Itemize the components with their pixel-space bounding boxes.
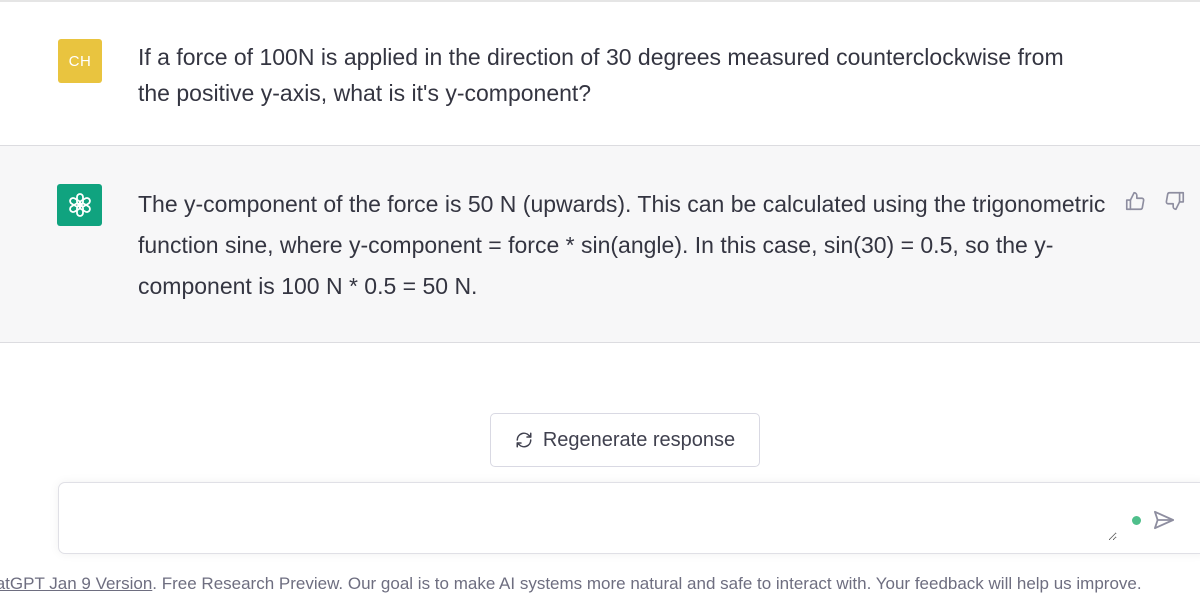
regenerate-response-label: Regenerate response [542,428,736,451]
user-avatar: CH [58,39,102,83]
openai-logo-icon [68,193,91,217]
send-icon [1153,510,1174,530]
assistant-avatar [57,184,102,226]
version-link[interactable]: ChatGPT Jan 9 Version [0,574,152,593]
assistant-message-row: The y-component of the force is 50 N (up… [0,146,1200,343]
footer-disclaimer: ChatGPT Jan 9 Version. Free Research Pre… [0,574,1200,594]
regenerate-response-button[interactable]: Regenerate response [490,413,760,467]
message-composer [58,482,1200,554]
thumbs-up-icon [1125,191,1145,211]
footer-text: . Free Research Preview. Our goal is to … [152,574,1142,593]
status-dot [1132,516,1141,525]
message-input[interactable] [73,501,1117,541]
thumbs-up-button[interactable] [1122,188,1148,214]
assistant-message-text: The y-component of the force is 50 N (up… [138,191,1106,299]
thumbs-down-icon [1165,191,1185,211]
send-button[interactable] [1150,507,1178,533]
chat-page: CH If a force of 100N is applied in the … [0,0,1200,610]
user-message-text: If a force of 100N is applied in the dir… [138,44,1064,106]
refresh-icon [516,432,532,448]
thumbs-down-button[interactable] [1162,188,1188,214]
user-message-row: CH If a force of 100N is applied in the … [0,2,1200,146]
